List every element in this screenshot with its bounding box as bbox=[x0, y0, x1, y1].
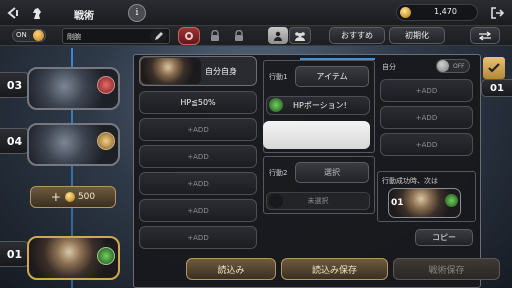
person-icon bbox=[274, 31, 282, 41]
next-unit-number: 01 bbox=[391, 198, 404, 208]
unit-number-01: 01 bbox=[0, 241, 30, 267]
action2-select-button[interactable]: 選択 bbox=[295, 162, 369, 183]
condition-slot-4[interactable]: +ADD bbox=[139, 172, 257, 195]
copy-button[interactable]: コピー bbox=[415, 229, 473, 246]
target-label: 自分自身 bbox=[205, 67, 237, 76]
target-portrait bbox=[141, 58, 201, 84]
condition-slot-3[interactable]: +ADD bbox=[139, 145, 257, 168]
load-save-button[interactable]: 読込み保存 bbox=[281, 258, 388, 280]
check-icon bbox=[488, 63, 500, 73]
pen-icon[interactable] bbox=[150, 29, 167, 43]
lock-icon bbox=[208, 29, 222, 43]
action1-type-button[interactable]: アイテム bbox=[295, 66, 369, 87]
action2-label: 行動2 bbox=[269, 169, 288, 177]
fire-skill-icon bbox=[97, 76, 115, 94]
right-add-slot-2[interactable]: +ADD bbox=[380, 106, 473, 129]
action1-item-label: HPポーション! bbox=[293, 101, 347, 110]
slot-emblem-icon bbox=[185, 32, 193, 40]
add-unit-button[interactable]: + 500 bbox=[30, 186, 116, 208]
auto-toggle-label: ON bbox=[16, 31, 27, 39]
self-toggle-knob bbox=[437, 60, 449, 72]
load-button[interactable]: 読込み bbox=[186, 258, 276, 280]
condition-slot-2[interactable]: +ADD bbox=[139, 118, 257, 141]
right-unit-number-label: 01 bbox=[490, 82, 504, 94]
self-toggle-label: OFF bbox=[453, 63, 465, 70]
unit-number-03: 03 bbox=[0, 72, 30, 98]
potion-icon bbox=[269, 98, 283, 112]
tactic-slot-1-button[interactable] bbox=[178, 27, 200, 45]
sword-skill-icon bbox=[97, 132, 115, 150]
lock-icon bbox=[232, 29, 246, 43]
gold-amount: 1,470 bbox=[434, 7, 457, 16]
condition-slot-6[interactable]: +ADD bbox=[139, 226, 257, 249]
potion-skill-icon bbox=[97, 247, 115, 265]
sort-button[interactable] bbox=[470, 27, 500, 44]
gold-coin-icon bbox=[64, 192, 75, 202]
unit-number-label: 03 bbox=[6, 78, 23, 92]
self-label: 自分 bbox=[382, 63, 396, 71]
condition-slot-5[interactable]: +ADD bbox=[139, 199, 257, 222]
right-unit-number: 01 bbox=[481, 79, 512, 97]
back-icon[interactable] bbox=[4, 4, 22, 22]
unit-number-label: 04 bbox=[6, 134, 23, 148]
action1-highlight-line bbox=[300, 58, 375, 60]
plus-icon: + bbox=[50, 190, 61, 204]
toggle-knob bbox=[33, 30, 44, 41]
confirm-check-button[interactable] bbox=[483, 57, 505, 79]
action1-detail-slot[interactable] bbox=[263, 121, 370, 149]
chess-knight-icon bbox=[28, 4, 46, 22]
action1-label: 行動1 bbox=[269, 73, 288, 81]
exit-icon[interactable] bbox=[488, 4, 506, 22]
single-person-tab[interactable] bbox=[268, 27, 288, 44]
reset-button[interactable]: 初期化 bbox=[389, 27, 445, 44]
unit-number-label: 01 bbox=[6, 247, 23, 261]
recommend-button[interactable]: おすすめ bbox=[329, 27, 385, 44]
page-title: 戦術 bbox=[74, 11, 94, 22]
potion-skill-icon bbox=[445, 194, 458, 207]
condition-slot-1[interactable]: HP≦50% bbox=[139, 91, 257, 114]
group-tab[interactable] bbox=[289, 27, 311, 44]
add-cost-label: 500 bbox=[77, 192, 96, 202]
group-icon bbox=[295, 31, 305, 41]
next-action-label: 行動成功時、次は bbox=[382, 177, 438, 185]
gold-coin-icon bbox=[400, 7, 411, 18]
swap-arrows-icon bbox=[478, 31, 492, 40]
right-add-slot-3[interactable]: +ADD bbox=[380, 133, 473, 156]
unit-number-04: 04 bbox=[0, 128, 30, 154]
right-add-slot-1[interactable]: +ADD bbox=[380, 79, 473, 102]
tactic-save-button[interactable]: 戦術保存 bbox=[393, 258, 500, 280]
empty-item-icon bbox=[269, 194, 283, 208]
info-button[interactable]: i bbox=[128, 4, 146, 22]
tactic-name-value: 剛腕 bbox=[67, 33, 81, 41]
